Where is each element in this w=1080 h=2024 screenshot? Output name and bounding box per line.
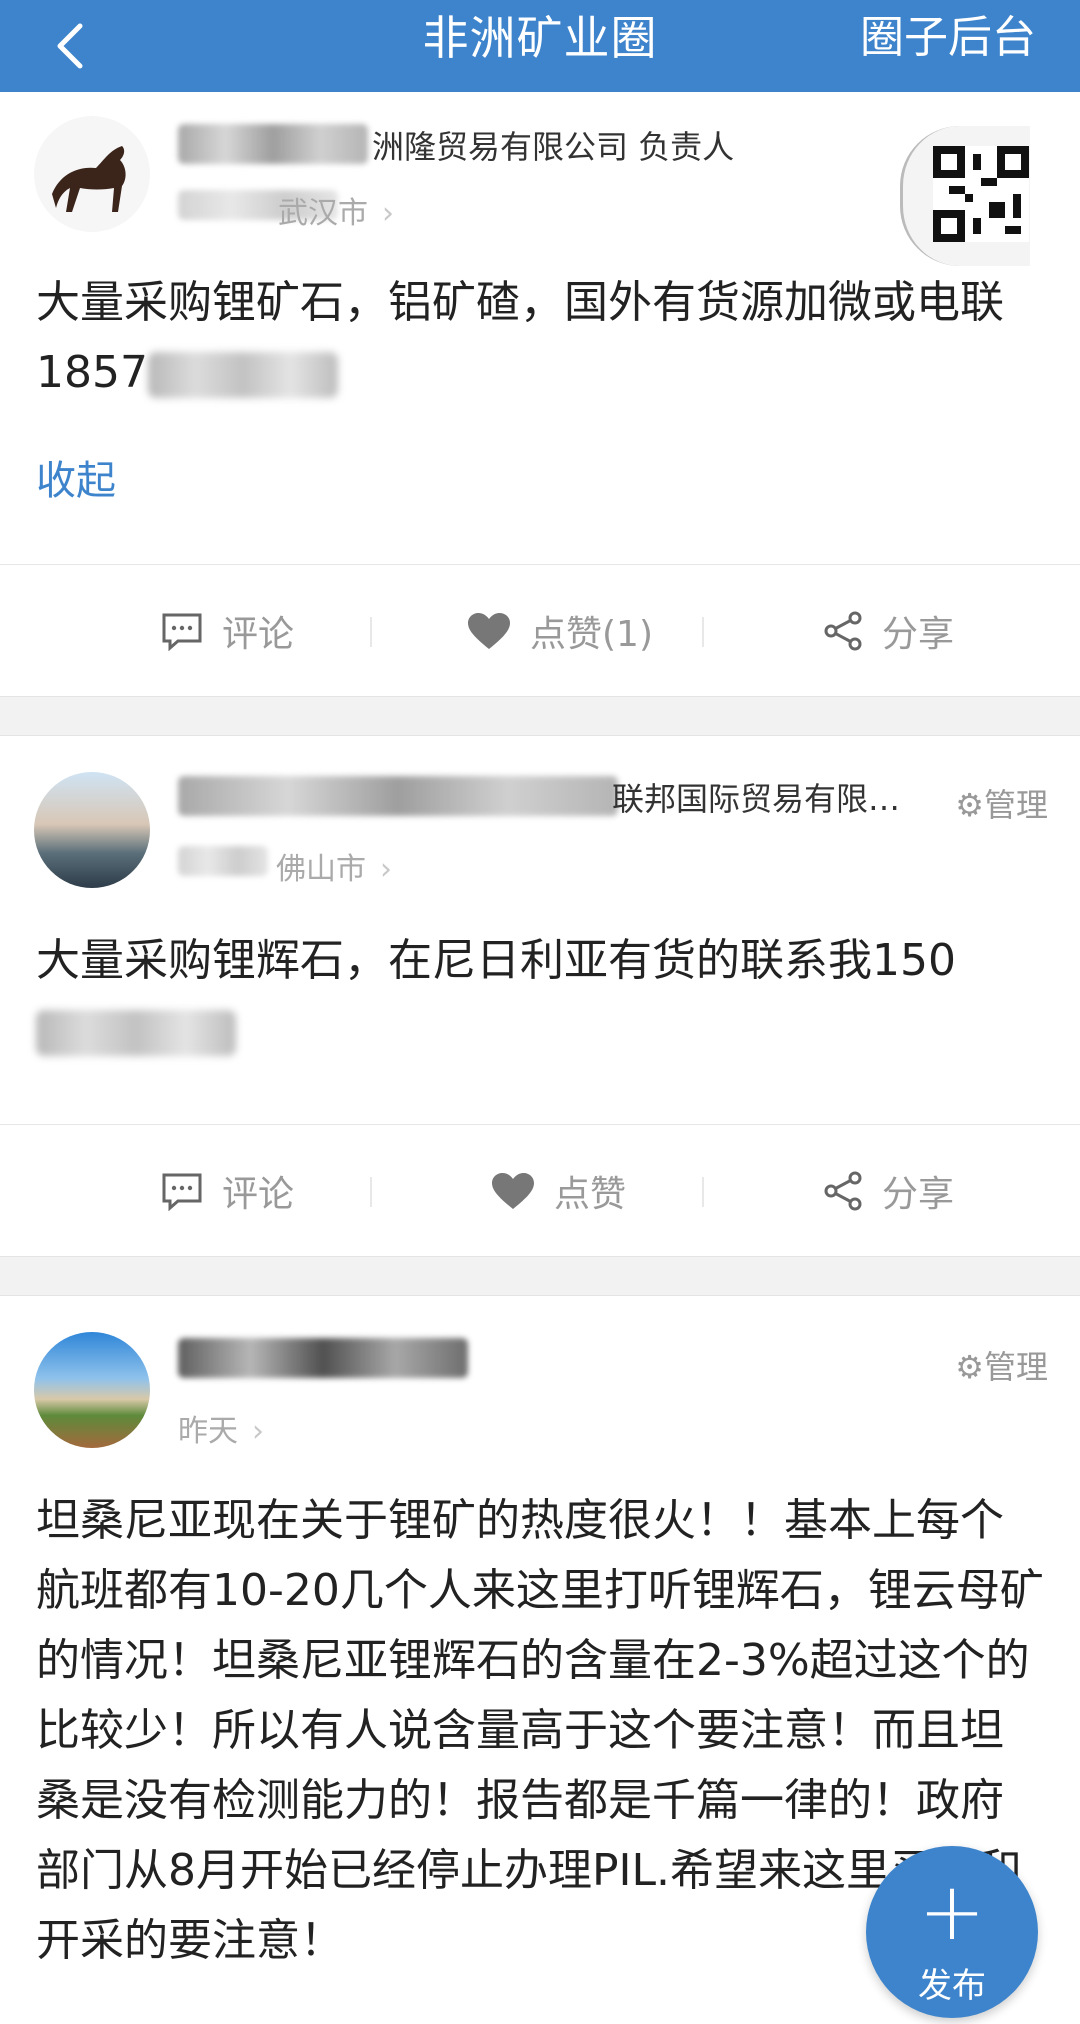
publish-fab-button[interactable]: + 发布 — [866, 1846, 1038, 2018]
qr-code-icon[interactable] — [900, 126, 1030, 266]
publish-label: 发布 — [918, 1966, 986, 2006]
share-icon — [824, 1171, 862, 1211]
divider — [370, 617, 372, 647]
phone-redacted — [147, 352, 338, 398]
chevron-right-icon: › — [382, 196, 394, 231]
post-actions: 评论 点赞 分享 — [0, 1124, 1080, 1256]
comment-icon — [162, 613, 202, 651]
like-label: 点赞 — [554, 1174, 627, 1215]
avatar[interactable] — [34, 772, 150, 888]
manage-label: 管理 — [983, 786, 1048, 824]
author-location[interactable]: 佛山市 › — [276, 844, 392, 888]
manage-button[interactable]: ⚙管理 — [955, 780, 1048, 826]
author-time-redacted — [178, 846, 268, 876]
author-name-redacted — [178, 776, 618, 816]
author-location[interactable]: 武汉市 › — [278, 188, 394, 232]
location-text: 武汉市 — [278, 196, 368, 231]
chevron-right-icon: › — [252, 1414, 264, 1449]
share-button[interactable]: 分享 — [822, 565, 954, 697]
heart-icon — [492, 1173, 534, 1209]
like-label: 点赞(1) — [530, 614, 653, 655]
collapse-link[interactable]: 收起 — [36, 448, 116, 506]
top-bar: 非洲矿业圈 圈子后台 — [0, 0, 1080, 92]
qr-pattern — [933, 146, 1029, 242]
location-text: 佛山市 — [276, 852, 366, 887]
like-button[interactable]: 点赞 — [490, 1125, 626, 1257]
post-card: 联邦国际贸易有限… ⚙管理 佛山市 › 大量采购锂辉石，在尼日利亚有货的联系我15… — [0, 736, 1080, 1122]
share-label: 分享 — [882, 614, 955, 655]
gear-icon: ⚙ — [955, 1348, 984, 1386]
post-actions: 评论 点赞(1) 分享 — [0, 564, 1080, 696]
circle-admin-button[interactable]: 圈子后台 — [860, 0, 1036, 92]
post-card: 洲隆贸易有限公司 负责人 武汉市 › 大量采购锂矿石，铝矿碴，国外有货源加微或电联… — [0, 92, 1080, 562]
comment-button[interactable]: 评论 — [160, 1125, 294, 1257]
like-button[interactable]: 点赞(1) — [466, 565, 653, 697]
heart-icon — [468, 613, 510, 649]
share-icon — [824, 611, 862, 651]
author-company: 洲隆贸易有限公司 负责人 — [372, 128, 735, 166]
author-name-redacted — [178, 1338, 468, 1378]
post-content: 大量采购锂矿石，铝矿碴，国外有货源加微或电联1857 — [36, 268, 1044, 408]
avatar[interactable] — [34, 1332, 150, 1448]
divider — [702, 1177, 704, 1207]
comment-icon — [162, 1173, 202, 1211]
post-time[interactable]: 昨天 › — [178, 1406, 264, 1450]
phone-redacted — [36, 1010, 236, 1056]
author-company: 联邦国际贸易有限… — [612, 780, 901, 818]
divider — [702, 617, 704, 647]
manage-label: 管理 — [983, 1348, 1048, 1386]
share-button[interactable]: 分享 — [822, 1125, 954, 1257]
section-gap — [0, 696, 1080, 736]
avatar[interactable] — [34, 116, 150, 232]
post-text: 大量采购锂辉石，在尼日利亚有货的联系我150 — [36, 935, 956, 986]
gear-icon: ⚙ — [955, 786, 984, 824]
comment-button[interactable]: 评论 — [160, 565, 294, 697]
time-text: 昨天 — [178, 1414, 238, 1449]
section-gap — [0, 1256, 1080, 1296]
plus-icon: + — [918, 1865, 986, 1958]
author-name-redacted — [178, 124, 368, 164]
comment-label: 评论 — [222, 1174, 295, 1215]
comment-label: 评论 — [222, 614, 295, 655]
manage-button[interactable]: ⚙管理 — [955, 1342, 1048, 1388]
horse-avatar-image — [34, 116, 150, 232]
chevron-right-icon: › — [380, 852, 392, 887]
divider — [370, 1177, 372, 1207]
post-content: 大量采购锂辉石，在尼日利亚有货的联系我150 — [36, 926, 1044, 1066]
share-label: 分享 — [882, 1174, 955, 1215]
